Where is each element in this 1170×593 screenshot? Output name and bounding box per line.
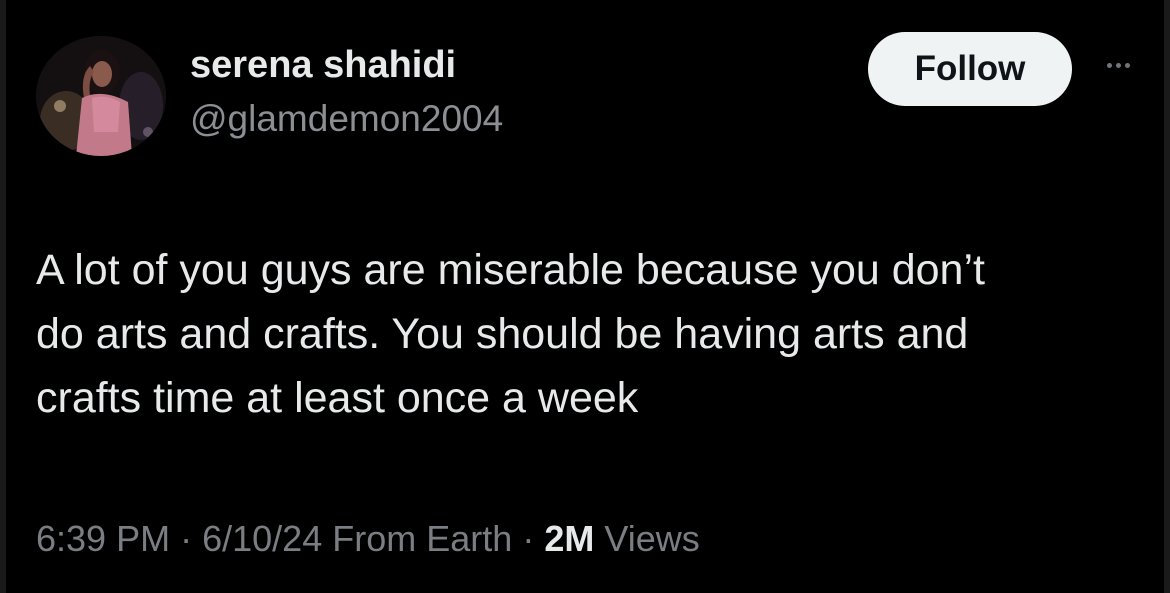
follow-button[interactable]: Follow xyxy=(868,32,1072,106)
more-options-icon[interactable] xyxy=(1098,50,1138,80)
views-count: 2M xyxy=(544,518,595,559)
author-display-name[interactable]: serena shahidi xyxy=(190,44,456,87)
tweet-text-line: crafts time at least once a week xyxy=(36,374,639,422)
meta-separator: · xyxy=(522,518,535,559)
avatar[interactable] xyxy=(36,36,166,156)
tweet-date[interactable]: 6/10/24 xyxy=(202,518,322,559)
meta-separator: · xyxy=(180,518,193,559)
tweet-text: A lot of you guys are miserable because … xyxy=(36,238,1146,430)
tweet-meta: 6:39 PM · 6/10/24 From Earth · 2M Views xyxy=(36,518,700,560)
tweet-text-line: do arts and crafts. You should be having… xyxy=(36,310,969,358)
views-label: Views xyxy=(604,518,700,559)
more-dot xyxy=(1115,62,1121,68)
more-dot xyxy=(1124,62,1130,68)
tweet-card: serena shahidi @glamdemon2004 Follow A l… xyxy=(0,0,1170,593)
tweet-time[interactable]: 6:39 PM xyxy=(36,518,170,559)
avatar-image xyxy=(36,36,166,156)
more-dot xyxy=(1106,62,1112,68)
tweet-location: From Earth xyxy=(332,518,513,559)
author-handle[interactable]: @glamdemon2004 xyxy=(190,98,503,140)
tweet-text-line: A lot of you guys are miserable because … xyxy=(36,246,985,294)
